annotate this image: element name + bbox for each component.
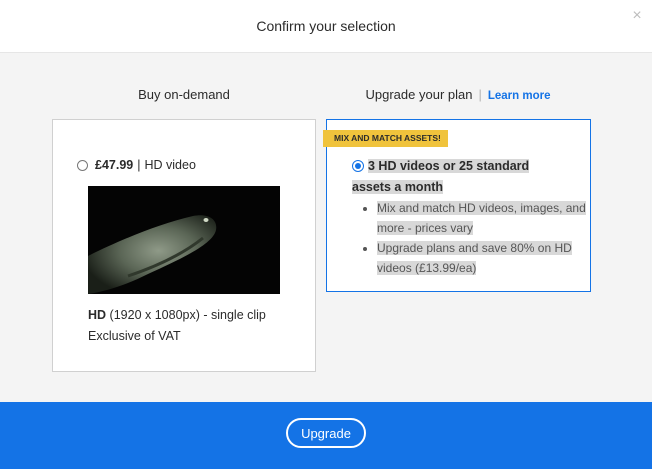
plan-badge: MIX AND MATCH ASSETS!: [323, 130, 448, 147]
video-thumbnail: [88, 186, 280, 294]
plan-heading: Upgrade your plan: [365, 87, 473, 102]
plan-heading-row: Upgrade your plan | Learn more: [326, 87, 590, 102]
on-demand-heading: Buy on-demand: [138, 87, 230, 102]
list-item: Upgrade plans and save 80% on HD videos …: [377, 238, 592, 278]
modal-title: Confirm your selection: [256, 18, 396, 34]
confirm-selection-modal: Confirm your selection × Buy on-demand U…: [0, 0, 652, 469]
plan-title: 3 HD videos or 25 standard assets a mont…: [352, 156, 537, 198]
resolution-label: HD: [88, 308, 107, 322]
asset-type: HD video: [144, 158, 196, 172]
modal-footer: Upgrade: [0, 402, 652, 469]
close-icon[interactable]: ×: [630, 8, 644, 24]
plan-title-text: 3 HD videos or 25 standard assets a mont…: [352, 159, 530, 194]
on-demand-card[interactable]: £47.99 | HD video HD (1920 x 1080px) - s…: [52, 119, 316, 372]
on-demand-radio[interactable]: [77, 159, 88, 171]
price-separator: |: [137, 158, 141, 172]
on-demand-option[interactable]: £47.99 | HD video: [77, 158, 196, 172]
plan-card[interactable]: MIX AND MATCH ASSETS! 3 HD videos or 25 …: [323, 119, 592, 292]
heading-separator: |: [478, 87, 482, 102]
learn-more-link[interactable]: Learn more: [488, 90, 551, 102]
vat-note: Exclusive of VAT: [88, 329, 181, 343]
modal-header: Confirm your selection ×: [0, 0, 652, 53]
plan-benefits-list: Mix and match HD videos, images, and mor…: [357, 198, 592, 278]
resolution-detail: (1920 x 1080px) - single clip: [109, 308, 266, 322]
list-item: Mix and match HD videos, images, and mor…: [377, 198, 592, 238]
upgrade-button[interactable]: Upgrade: [286, 418, 366, 448]
resolution-line: HD (1920 x 1080px) - single clip: [88, 308, 266, 322]
shark-image: [88, 186, 280, 294]
price: £47.99: [95, 158, 134, 172]
